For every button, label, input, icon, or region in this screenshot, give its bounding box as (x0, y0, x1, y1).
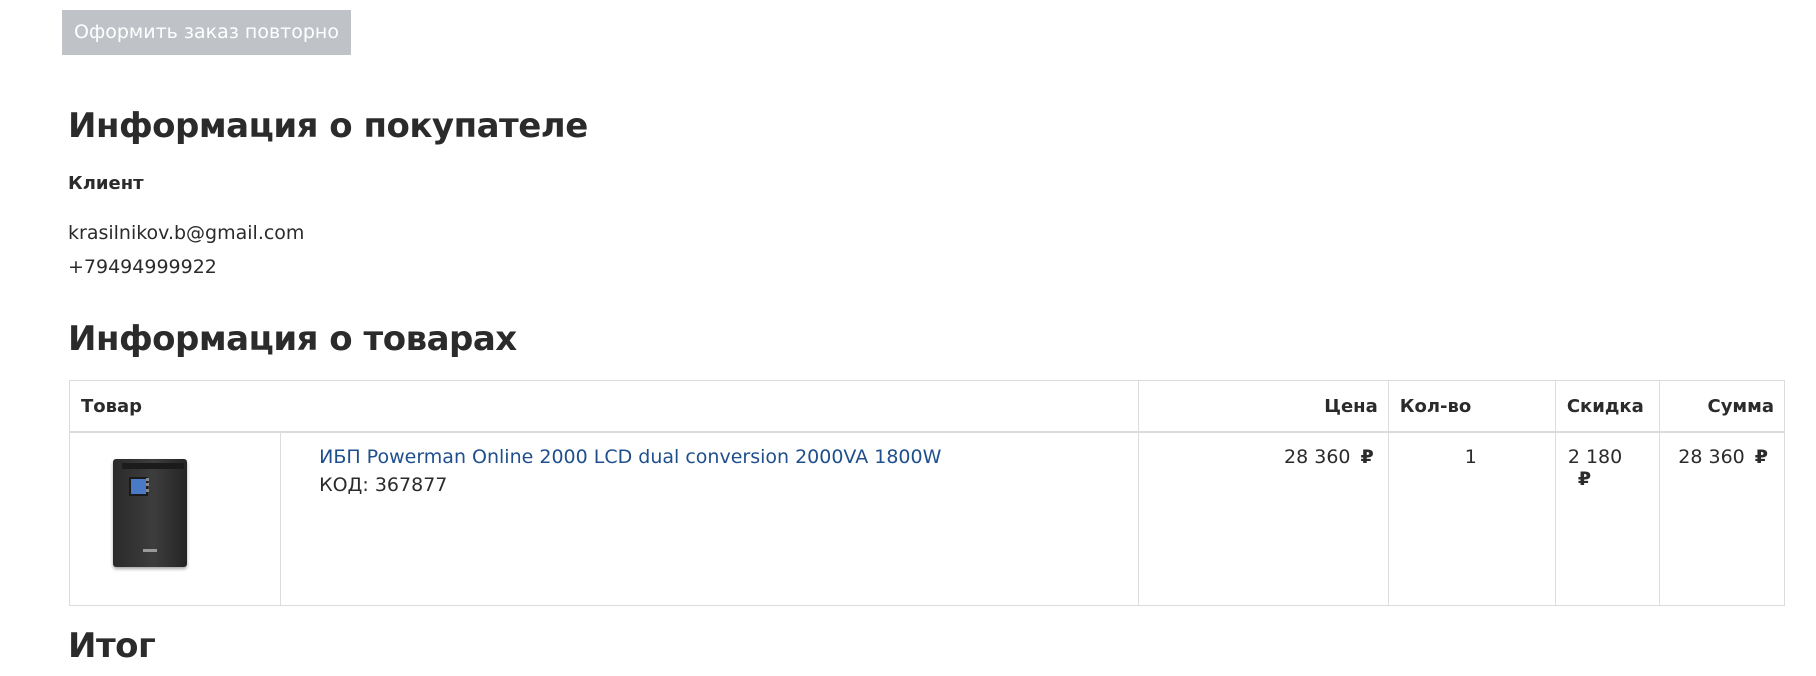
column-header-price: Цена (1137, 380, 1389, 433)
ups-logo-icon (143, 549, 157, 552)
price-cell: 28 360 ₽ (1137, 431, 1389, 606)
product-code: КОД: 367877 (319, 474, 448, 496)
ups-device-image[interactable] (113, 459, 187, 567)
products-info-heading: Информация о товарах (68, 319, 517, 359)
products-table: Товар Цена Кол-во Скидка Сумма ИБП Power… (68, 380, 1786, 606)
reorder-button[interactable]: Оформить заказ повторно (62, 10, 351, 55)
ruble-icon: ₽ (1754, 446, 1768, 468)
column-header-discount: Скидка (1554, 380, 1660, 433)
column-header-sum: Сумма (1658, 380, 1786, 433)
total-heading: Итог (68, 626, 156, 666)
product-image-cell (68, 431, 282, 606)
ups-buttons-icon (146, 478, 153, 492)
column-header-qty: Кол-во (1387, 380, 1556, 433)
sum-cell: 28 360 ₽ (1658, 431, 1786, 606)
column-header-product: Товар (69, 380, 1139, 433)
client-label: Клиент (68, 173, 144, 194)
discount-value: 2 180 (1567, 446, 1623, 468)
table-header-row: Товар Цена Кол-во Скидка Сумма (69, 380, 1786, 433)
discount-cell: 2 180₽ (1554, 431, 1660, 606)
buyer-info-heading: Информация о покупателе (68, 106, 588, 146)
table-row: ИБП Powerman Online 2000 LCD dual conver… (68, 431, 1786, 606)
ruble-icon: ₽ (1577, 468, 1592, 490)
qty-cell: 1 (1387, 431, 1556, 606)
product-name-link[interactable]: ИБП Powerman Online 2000 LCD dual conver… (319, 446, 1138, 468)
ruble-icon: ₽ (1360, 446, 1374, 468)
qty-value: 1 (1464, 446, 1477, 468)
price-value: 28 360 (1284, 446, 1351, 468)
product-info-cell: ИБП Powerman Online 2000 LCD dual conver… (280, 431, 1139, 606)
client-phone: +79494999922 (68, 256, 217, 278)
client-email: krasilnikov.b@gmail.com (68, 222, 305, 244)
sum-value: 28 360 (1678, 446, 1745, 468)
